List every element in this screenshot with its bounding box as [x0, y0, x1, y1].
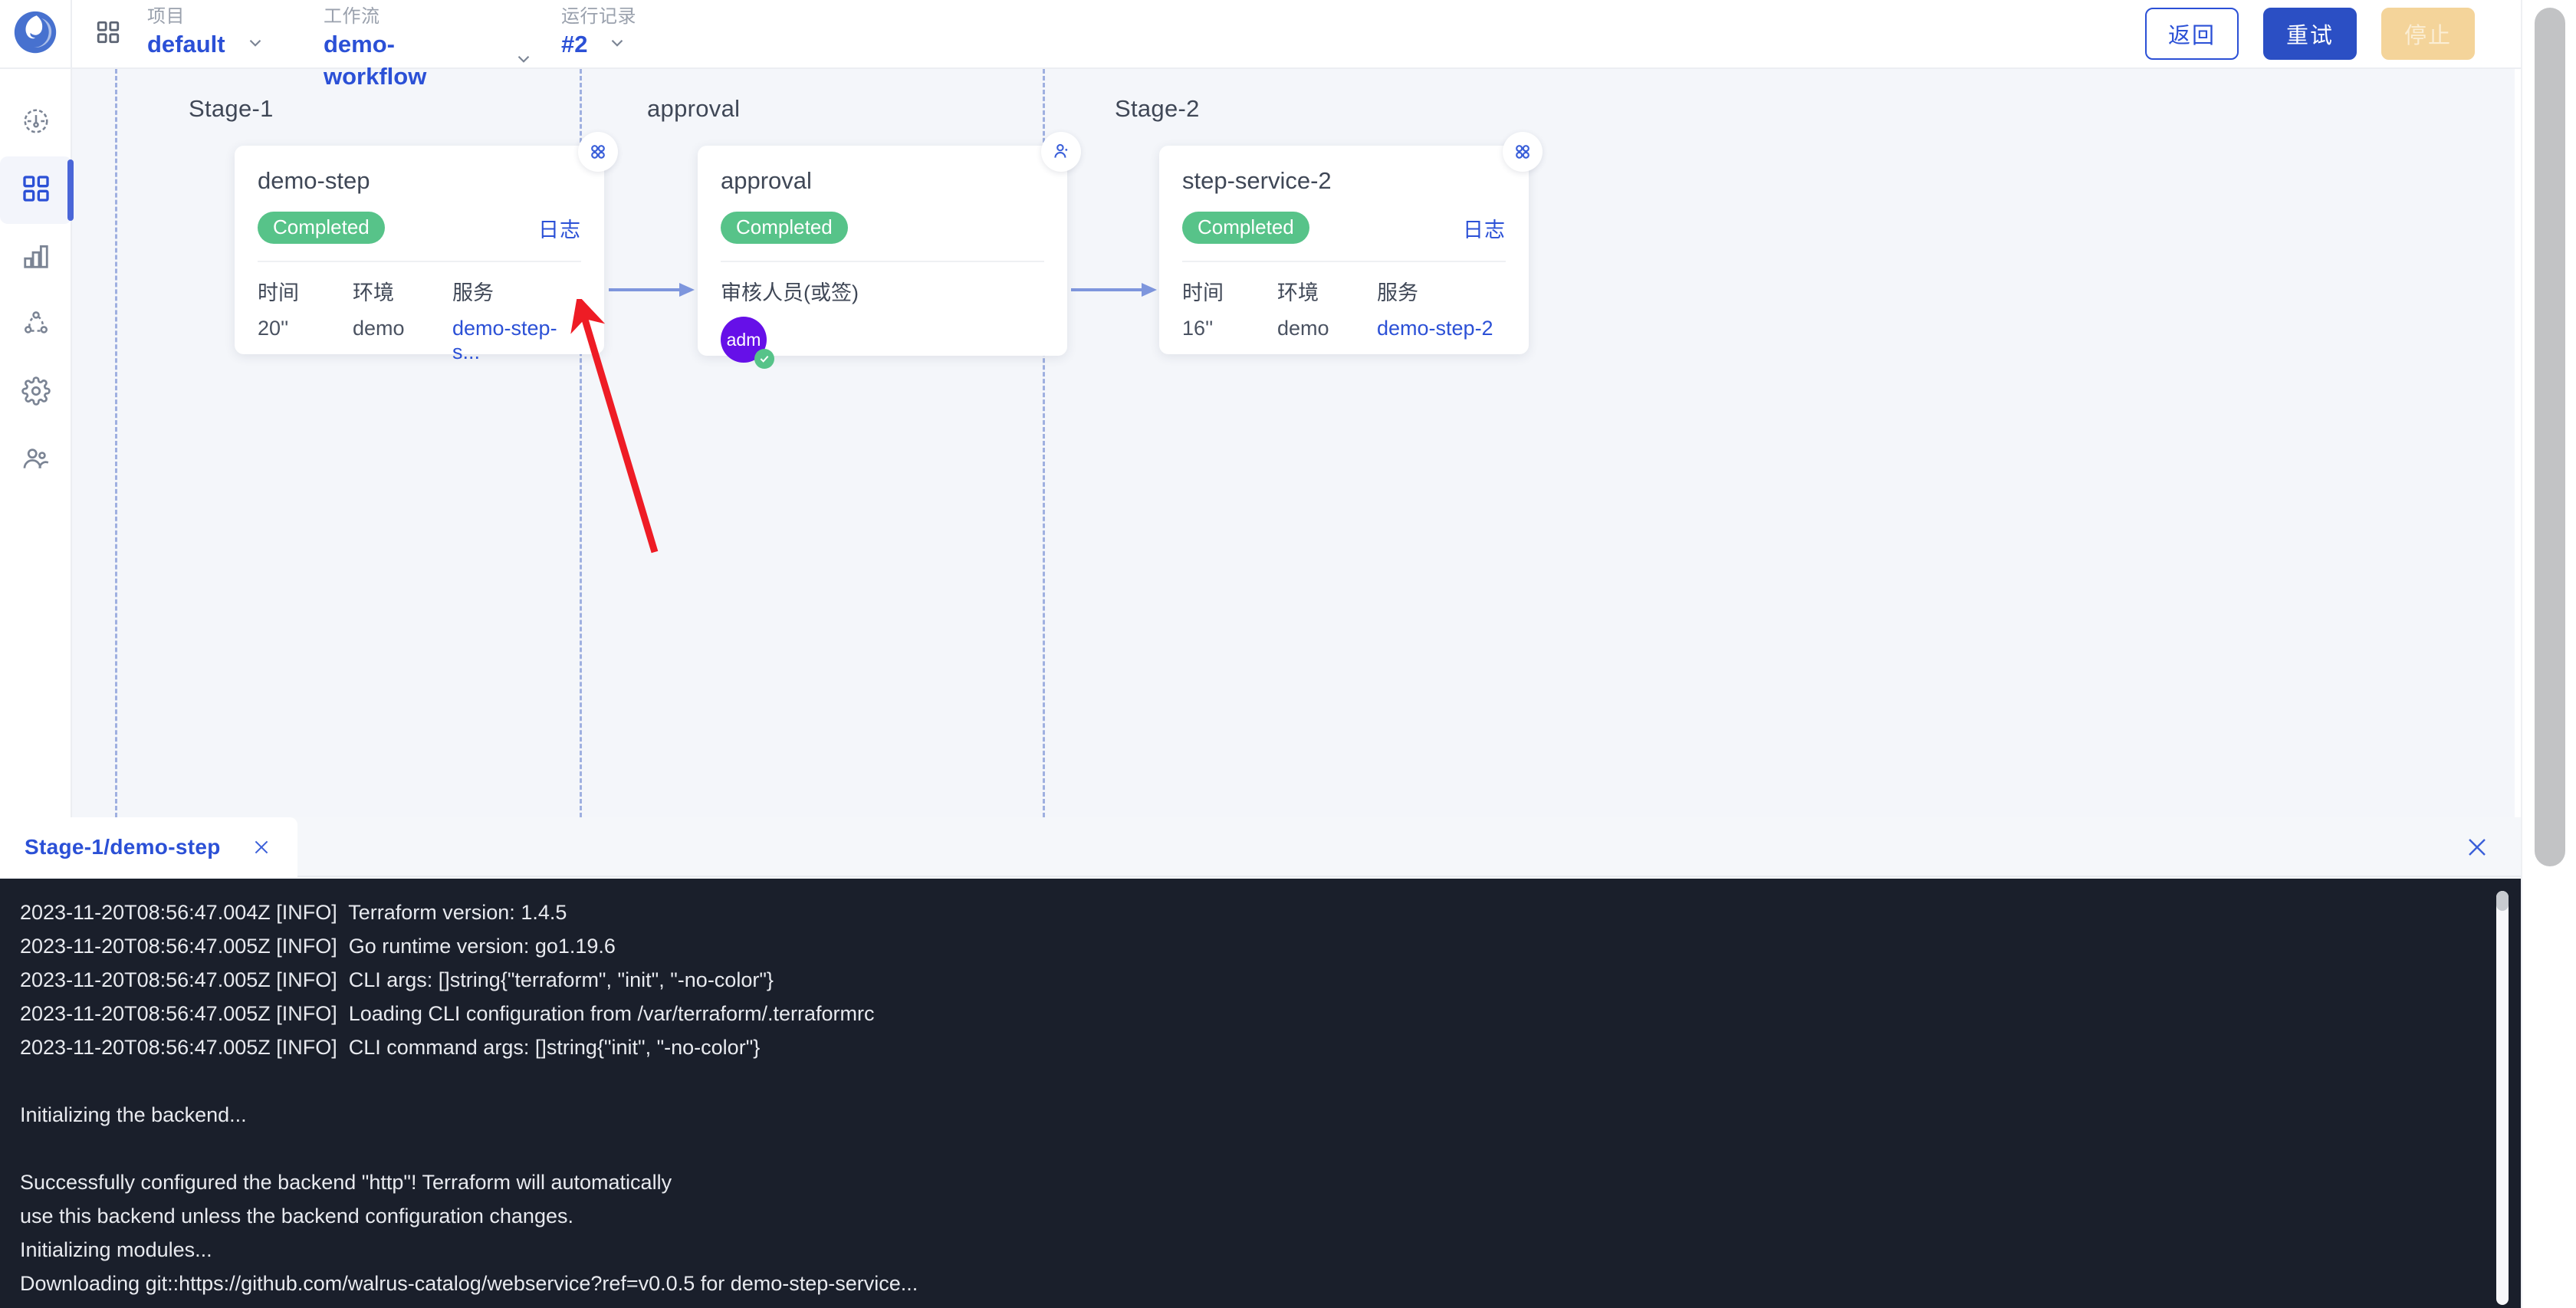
log-line: Successfully configured the backend "htt… — [20, 1171, 672, 1194]
status-badge: Completed — [721, 212, 848, 244]
log-line: Initializing the backend... — [20, 1103, 247, 1126]
retry-button[interactable]: 重试 — [2263, 8, 2357, 60]
step-meta: 时间 16'' 环境 demo 服务 demo-step-2 — [1182, 262, 1506, 340]
dashboard-gauge-icon — [21, 107, 51, 140]
apps-grid-button[interactable] — [72, 0, 144, 68]
meta-value-environment: demo — [353, 317, 405, 340]
approver-label: 审核人员(或签) — [721, 281, 859, 304]
log-line: 2023-11-20T08:56:47.004Z [INFO] Terrafor… — [20, 901, 567, 924]
meta-header-time: 时间 — [258, 281, 299, 304]
stage-divider — [115, 69, 117, 817]
log-line: 2023-11-20T08:56:47.005Z [INFO] CLI comm… — [20, 1036, 761, 1059]
log-line-blank — [20, 1132, 2521, 1165]
sidebar-item-users[interactable] — [0, 426, 72, 494]
sidebar-item-analytics[interactable] — [0, 224, 72, 291]
seal-logo-icon — [13, 10, 58, 58]
log-line: 2023-11-20T08:56:47.005Z [INFO] CLI args… — [20, 968, 774, 991]
top-bar: 项目 default 工作流 demo-workflow 运行记录 #2 返回 … — [0, 0, 2576, 90]
app-logo[interactable] — [0, 0, 72, 68]
log-scrollbar[interactable] — [2496, 891, 2509, 1305]
users-icon — [21, 444, 51, 477]
breadcrumb-label-run: 运行记录 — [561, 6, 636, 27]
step-name: demo-step — [258, 167, 370, 194]
connector-arrow-2 — [1071, 281, 1157, 299]
chevron-down-icon[interactable] — [607, 33, 627, 57]
meta-value-time: 16'' — [1182, 317, 1214, 340]
status-badge: Completed — [258, 212, 385, 244]
meta-header-environment: 环境 — [353, 281, 394, 304]
breadcrumb-value-project[interactable]: default — [144, 28, 225, 61]
meta-header-time: 时间 — [1182, 281, 1224, 304]
meta-value-environment: demo — [1277, 317, 1329, 340]
sidebar-item-applications[interactable] — [0, 156, 74, 224]
meta-value-service[interactable]: demo-step-2 — [1377, 306, 1506, 340]
breadcrumb-item-project: 项目 default — [144, 5, 313, 61]
meta-value-time: 20'' — [258, 317, 289, 340]
meta-header-environment: 环境 — [1277, 281, 1319, 304]
service-node-icon[interactable] — [1503, 132, 1543, 172]
step-card-demo-step[interactable]: demo-step Completed 日志 时间 20'' 环境 demo 服… — [235, 132, 618, 363]
log-line: use this backend unless the backend conf… — [20, 1204, 573, 1227]
step-name: step-service-2 — [1182, 167, 1332, 194]
sidebar-item-settings[interactable] — [0, 359, 72, 426]
gear-icon — [21, 376, 51, 409]
sidebar-item-connectors[interactable] — [0, 291, 72, 359]
status-row: Completed 日志 — [258, 212, 581, 244]
breadcrumb-item-run: 运行记录 #2 — [558, 5, 681, 61]
status-badge: Completed — [1182, 212, 1309, 244]
log-tab-label: Stage-1/demo-step — [25, 835, 221, 859]
step-card-approval[interactable]: approval Completed 审核人员(或签) adm — [698, 132, 1081, 369]
network-nodes-icon — [21, 309, 51, 342]
stage-title-2: approval — [647, 95, 741, 122]
log-line: Initializing modules... — [20, 1238, 212, 1261]
close-log-panel-button[interactable] — [2466, 836, 2489, 859]
page-scrollbar-thumb[interactable] — [2535, 8, 2565, 866]
service-node-icon[interactable] — [578, 132, 618, 172]
stop-button: 停止 — [2381, 8, 2475, 60]
log-line-blank — [20, 1064, 2521, 1098]
step-card-step-service-2[interactable]: step-service-2 Completed 日志 时间 16'' 环境 d… — [1159, 132, 1543, 354]
chevron-down-icon[interactable] — [514, 49, 534, 73]
sidebar-item-dashboard[interactable] — [0, 89, 72, 156]
back-button[interactable]: 返回 — [2145, 8, 2239, 60]
step-meta: 时间 20'' 环境 demo 服务 demo-step-s... — [258, 262, 581, 364]
approved-check-icon — [754, 349, 774, 369]
log-scrollbar-thumb[interactable] — [2496, 891, 2509, 911]
log-tab-stage1-demo-step[interactable]: Stage-1/demo-step — [0, 817, 297, 877]
breadcrumb-label-project: 项目 — [147, 6, 185, 27]
view-log-link[interactable]: 日志 — [538, 213, 581, 243]
meta-header-service: 服务 — [452, 281, 494, 304]
view-log-link[interactable]: 日志 — [1463, 213, 1506, 243]
connector-arrow-1 — [609, 281, 695, 299]
log-tab-bar: Stage-1/demo-step — [0, 817, 2521, 877]
stage-title-3: Stage-2 — [1115, 95, 1200, 122]
meta-header-service: 服务 — [1377, 281, 1418, 304]
apps-grid-icon — [21, 173, 51, 208]
log-line: 2023-11-20T08:56:47.005Z [INFO] Go runti… — [20, 935, 616, 958]
meta-value-service[interactable]: demo-step-s... — [452, 306, 581, 364]
breadcrumb: 项目 default 工作流 demo-workflow 运行记录 #2 — [144, 0, 688, 90]
bar-chart-icon — [21, 242, 51, 274]
step-name: approval — [721, 167, 812, 194]
status-row: Completed 日志 — [1182, 212, 1506, 244]
header-actions: 返回 重试 停止 — [2145, 8, 2576, 60]
close-icon[interactable] — [251, 837, 271, 857]
status-row: Completed — [721, 212, 1044, 244]
log-panel: Stage-1/demo-step 2023-11-20T08:56:47.00… — [0, 817, 2521, 1308]
approval-user-icon[interactable] — [1041, 132, 1081, 172]
log-line: Downloading git::https://github.com/walr… — [20, 1272, 918, 1295]
approver-avatar-wrap[interactable]: adm — [721, 317, 774, 369]
breadcrumb-value-workflow[interactable]: demo-workflow — [320, 28, 494, 93]
breadcrumb-label-workflow: 工作流 — [324, 6, 380, 27]
log-terminal[interactable]: 2023-11-20T08:56:47.004Z [INFO] Terrafor… — [0, 879, 2521, 1308]
page-scrollbar[interactable] — [2521, 0, 2576, 1308]
pipeline-canvas: Stage-1 approval Stage-2 demo-step Compl… — [72, 69, 2515, 817]
apps-grid-icon — [95, 19, 121, 49]
log-line: 2023-11-20T08:56:47.005Z [INFO] Loading … — [20, 1002, 875, 1025]
breadcrumb-item-workflow: 工作流 demo-workflow — [320, 5, 550, 93]
chevron-down-icon[interactable] — [245, 33, 265, 57]
breadcrumb-value-run[interactable]: #2 — [558, 28, 587, 61]
stage-title-1: Stage-1 — [189, 95, 274, 122]
